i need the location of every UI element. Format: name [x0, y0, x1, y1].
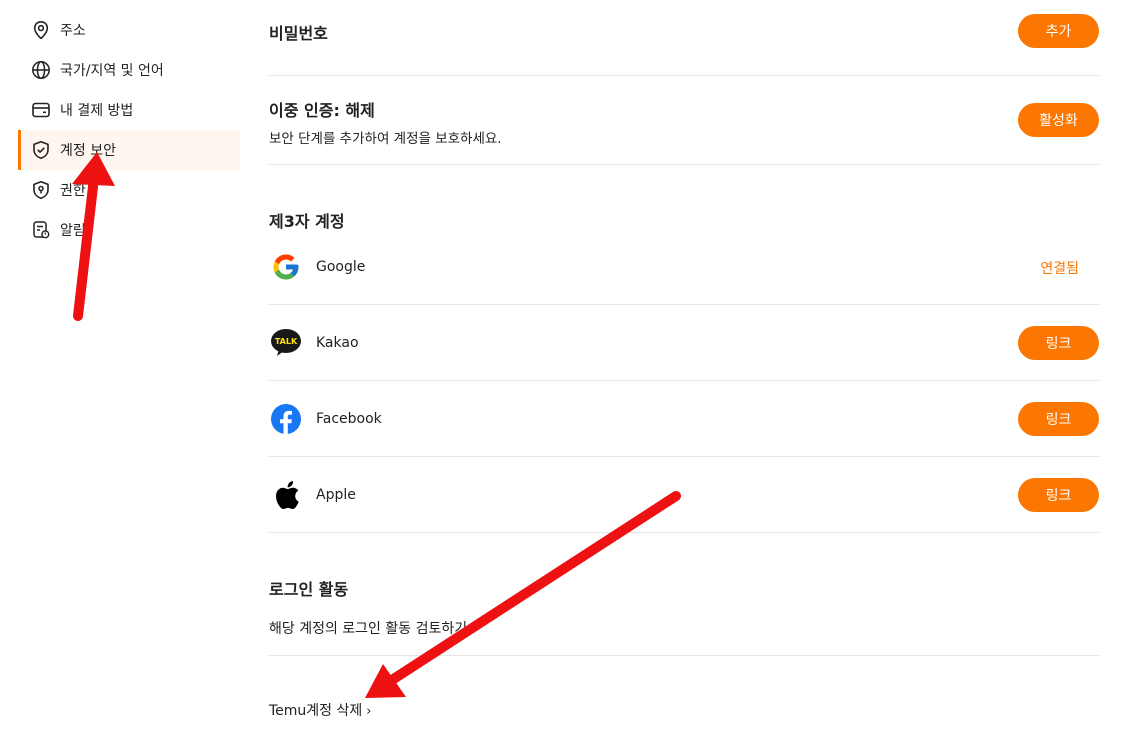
sidebar-item-label: 계정 보안 — [60, 143, 116, 159]
sidebar-item-notifications[interactable]: 알림 — [18, 210, 240, 250]
password-title: 비밀번호 — [269, 24, 328, 43]
wallet-icon — [30, 99, 52, 121]
chevron-right-icon: › — [471, 622, 477, 637]
sidebar-item-label: 국가/지역 및 언어 — [60, 63, 164, 79]
globe-icon — [30, 59, 52, 81]
google-connected-status: 연결됨 — [1040, 261, 1079, 277]
kakao-account-row: TALK Kakao 링크 — [269, 305, 1099, 381]
sidebar-item-payment-methods[interactable]: 내 결제 방법 — [18, 90, 240, 130]
facebook-account-name: Facebook — [316, 410, 382, 427]
login-activity-title: 로그인 활동 — [269, 580, 349, 599]
sidebar-item-label: 알림 — [60, 223, 86, 239]
apple-logo-icon — [269, 478, 303, 512]
kakao-logo-text: TALK — [275, 337, 298, 346]
permission-shield-icon — [30, 179, 52, 201]
two-factor-row: 이중 인증: 해제 보안 단계를 추가하여 계정을 보호하세요. 활성화 — [269, 76, 1099, 165]
notification-icon — [30, 219, 52, 241]
google-logo-icon — [269, 250, 303, 284]
location-pin-icon — [30, 19, 52, 41]
facebook-logo-icon — [269, 402, 303, 436]
kakao-account-name: Kakao — [316, 334, 359, 351]
google-account-name: Google — [316, 258, 366, 275]
kakao-talk-logo-icon: TALK — [269, 326, 303, 360]
login-activity-row: 로그인 활동 해당 계정의 로그인 활동 검토하기 › — [269, 533, 1099, 656]
enable-two-factor-button[interactable]: 활성화 — [1018, 103, 1099, 137]
sidebar-item-label: 권한 — [60, 183, 86, 199]
two-factor-title: 이중 인증: 해제 — [269, 101, 375, 120]
sidebar-item-region-language[interactable]: 국가/지역 및 언어 — [18, 50, 240, 90]
link-facebook-button[interactable]: 링크 — [1018, 402, 1099, 436]
sidebar-item-label: 주소 — [60, 23, 86, 39]
sidebar-nav: 주소 국가/지역 및 언어 내 결제 방법 계정 보안 권한 알림 — [18, 10, 240, 250]
sidebar-item-permissions[interactable]: 권한 — [18, 170, 240, 210]
account-security-panel: 비밀번호 추가 이중 인증: 해제 보안 단계를 추가하여 계정을 보호하세요.… — [269, 0, 1099, 656]
facebook-account-row: Facebook 링크 — [269, 381, 1099, 457]
delete-account-link[interactable]: Temu계정 삭제 › — [269, 700, 371, 720]
password-row: 비밀번호 추가 — [269, 0, 1099, 76]
review-login-activity-label: 해당 계정의 로그인 활동 검토하기 — [269, 621, 468, 637]
two-factor-description: 보안 단계를 추가하여 계정을 보호하세요. — [269, 131, 502, 147]
shield-check-icon — [30, 139, 52, 161]
google-account-row: Google 연결됨 — [269, 229, 1099, 305]
apple-account-row: Apple 링크 — [269, 457, 1099, 533]
chevron-right-icon: › — [366, 704, 372, 719]
link-kakao-button[interactable]: 링크 — [1018, 326, 1099, 360]
add-password-button[interactable]: 추가 — [1018, 14, 1099, 48]
sidebar-item-account-security[interactable]: 계정 보안 — [18, 130, 240, 170]
sidebar-item-address[interactable]: 주소 — [18, 10, 240, 50]
review-login-activity-link[interactable]: 해당 계정의 로그인 활동 검토하기 › — [269, 618, 476, 638]
apple-account-name: Apple — [316, 486, 356, 503]
delete-account-label: Temu계정 삭제 — [269, 703, 363, 719]
link-apple-button[interactable]: 링크 — [1018, 478, 1099, 512]
sidebar-item-label: 내 결제 방법 — [60, 103, 134, 119]
